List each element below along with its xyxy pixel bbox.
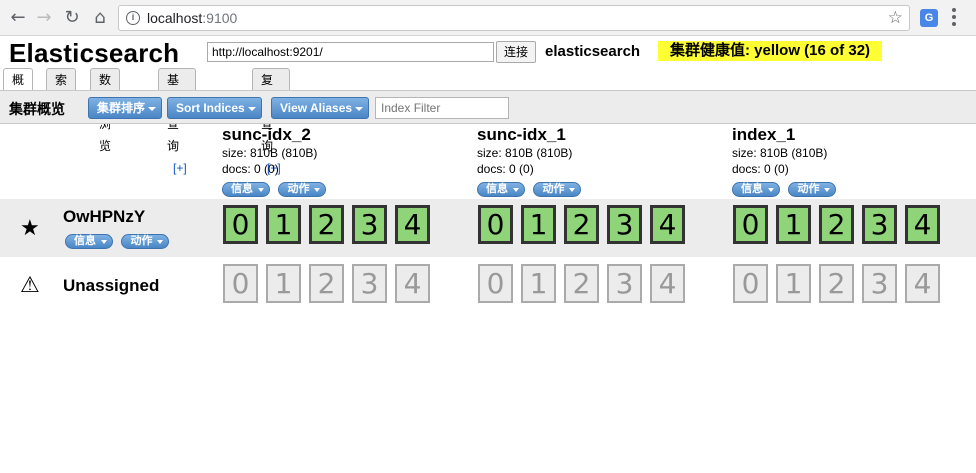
shard-started[interactable]: 1: [776, 205, 811, 244]
index-name: sunc-idx_2: [222, 125, 311, 144]
shard-started[interactable]: 2: [819, 205, 854, 244]
index-header: sunc-idx_1 size: 810B (810B) docs: 0 (0)…: [477, 125, 717, 197]
node-action-button[interactable]: 动作: [121, 234, 170, 249]
shard-unassigned[interactable]: 3: [862, 264, 897, 303]
shard-unassigned[interactable]: 3: [607, 264, 642, 303]
arrow-right-icon[interactable]: →: [34, 8, 54, 28]
shard-unassigned[interactable]: 0: [733, 264, 768, 303]
arrow-left-icon[interactable]: ←: [8, 8, 28, 28]
unassigned-label: Unassigned: [63, 276, 160, 295]
cluster-health-badge: 集群健康值: yellow (16 of 32): [658, 41, 883, 61]
info-icon[interactable]: i: [126, 11, 140, 25]
menu-icon[interactable]: [952, 8, 956, 28]
shard-unassigned[interactable]: 3: [352, 264, 387, 303]
shard-started[interactable]: 4: [650, 205, 685, 244]
node-row: ★ OwHPNzY 信息 动作 012340123401234: [0, 199, 976, 257]
tab-browser[interactable]: 数据浏览: [90, 68, 121, 153]
home-icon[interactable]: ⌂: [90, 8, 110, 28]
node-info-button[interactable]: 信息: [65, 234, 113, 249]
index-action-button[interactable]: 动作: [533, 182, 582, 197]
tab-overview[interactable]: 概览: [3, 68, 34, 109]
shard-unassigned[interactable]: 2: [819, 264, 854, 303]
address-url[interactable]: localhost:9100: [147, 10, 237, 26]
app-title: Elasticsearch: [9, 38, 180, 68]
node-name: OwHPNzY: [63, 207, 146, 226]
shard-started[interactable]: 3: [607, 205, 642, 244]
shard-started[interactable]: 3: [862, 205, 897, 244]
translate-icon[interactable]: G: [920, 9, 938, 27]
shard-started[interactable]: 4: [905, 205, 940, 244]
shard-unassigned[interactable]: 1: [266, 264, 301, 303]
overview-toolbar: 集群概览 集群排序 Sort Indices View Aliases: [0, 90, 976, 124]
index-action-button[interactable]: 动作: [278, 182, 327, 197]
index-name: index_1: [732, 125, 796, 144]
shard-started[interactable]: 0: [733, 205, 768, 244]
shard-unassigned[interactable]: 4: [650, 264, 685, 303]
index-size: size: 810B (810B): [732, 146, 828, 160]
star-icon[interactable]: ☆: [888, 8, 903, 28]
address-bar[interactable]: i localhost:9100 ☆: [118, 5, 910, 31]
connect-button[interactable]: 连接: [496, 41, 536, 63]
index-action-button[interactable]: 动作: [788, 182, 837, 197]
index-header: index_1 size: 810B (810B) docs: 0 (0) 信息…: [732, 125, 972, 197]
overview-title: 集群概览: [9, 101, 65, 117]
shard-started[interactable]: 3: [352, 205, 387, 244]
node-actions: 信息 动作: [65, 231, 173, 249]
cluster-name: elasticsearch: [545, 43, 641, 60]
browser-toolbar: ← → ↻ ⌂ i localhost:9100 ☆ G: [0, 0, 976, 36]
shard-unassigned[interactable]: 0: [478, 264, 513, 303]
tab-indices[interactable]: 索引: [46, 68, 77, 109]
shard-unassigned[interactable]: 2: [564, 264, 599, 303]
index-info-button[interactable]: 信息: [732, 182, 780, 197]
sort-indices-button[interactable]: Sort Indices: [167, 97, 262, 119]
shard-started[interactable]: 2: [564, 205, 599, 244]
shard-unassigned[interactable]: 4: [905, 264, 940, 303]
unassigned-row: ⚠ Unassigned 012340123401234: [0, 258, 976, 308]
index-docs: docs: 0 (0): [732, 162, 789, 176]
shard-unassigned[interactable]: 1: [776, 264, 811, 303]
index-filter-input[interactable]: [375, 97, 509, 119]
shard-started[interactable]: 2: [309, 205, 344, 244]
warning-icon: ⚠: [20, 273, 40, 298]
shard-started[interactable]: 4: [395, 205, 430, 244]
index-size: size: 810B (810B): [222, 146, 318, 160]
index-name: sunc-idx_1: [477, 125, 566, 144]
index-size: size: 810B (810B): [477, 146, 573, 160]
reload-icon[interactable]: ↻: [62, 8, 82, 28]
sort-cluster-button[interactable]: 集群排序: [88, 97, 163, 119]
index-info-button[interactable]: 信息: [477, 182, 525, 197]
cluster-url-input[interactable]: [207, 42, 494, 62]
shard-unassigned[interactable]: 2: [309, 264, 344, 303]
view-aliases-button[interactable]: View Aliases: [271, 97, 370, 119]
shard-unassigned[interactable]: 1: [521, 264, 556, 303]
shard-unassigned[interactable]: 0: [223, 264, 258, 303]
add-basic-query[interactable]: [+]: [173, 161, 187, 175]
tab-compound-query[interactable]: 复合查询[+]: [252, 68, 290, 175]
tab-basic-query[interactable]: 基本查询[+]: [158, 68, 196, 175]
index-info-button[interactable]: 信息: [222, 182, 270, 197]
shard-started[interactable]: 1: [521, 205, 556, 244]
star-icon: ★: [20, 216, 40, 241]
index-header: sunc-idx_2 size: 810B (810B) docs: 0 (0)…: [222, 125, 462, 197]
shard-started[interactable]: 0: [478, 205, 513, 244]
shard-started[interactable]: 1: [266, 205, 301, 244]
shard-unassigned[interactable]: 4: [395, 264, 430, 303]
index-docs: docs: 0 (0): [222, 162, 279, 176]
shard-started[interactable]: 0: [223, 205, 258, 244]
index-docs: docs: 0 (0): [477, 162, 534, 176]
